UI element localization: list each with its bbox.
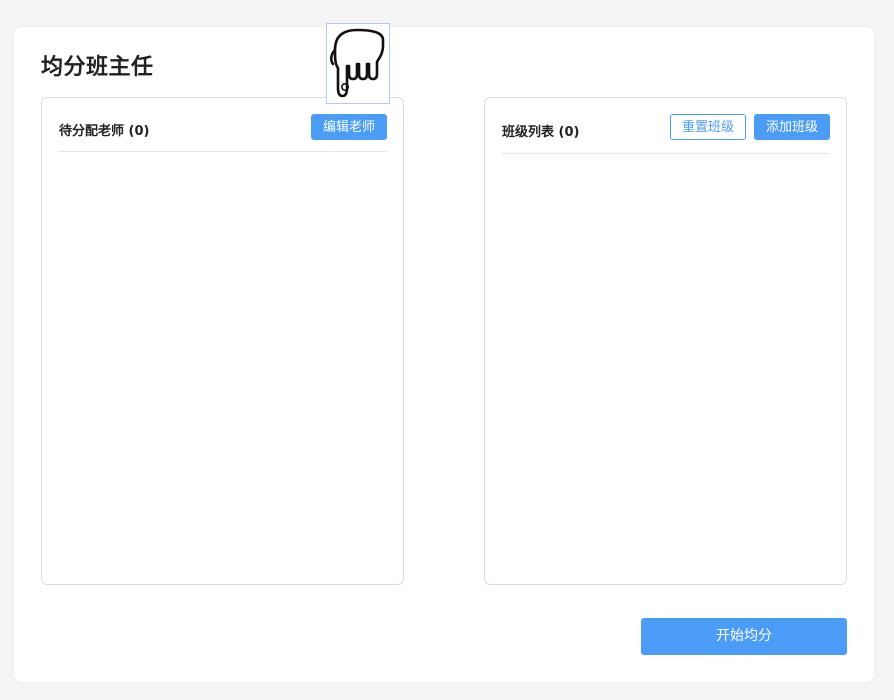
classes-panel-header: 班级列表 (0) 重置班级 添加班级 [501,98,830,154]
teachers-panel-header: 待分配老师 (0) 编辑老师 [58,98,387,152]
hand-pointer-icon [326,23,390,104]
teachers-panel: 待分配老师 (0) 编辑老师 [41,97,404,585]
classes-panel: 班级列表 (0) 重置班级 添加班级 [484,97,847,585]
edit-teachers-button[interactable]: 编辑老师 [310,114,387,140]
add-class-button[interactable]: 添加班级 [753,114,830,140]
classes-panel-title: 班级列表 (0) [502,125,580,140]
reset-classes-button[interactable]: 重置班级 [669,114,746,140]
page-title: 均分班主任 [41,55,154,80]
start-distribute-button[interactable]: 开始均分 [641,618,847,655]
main-card: 均分班主任 待分配老师 (0) 编辑老师 班级列表 (0) 重置班级 添加班级 … [14,27,874,682]
teachers-panel-title: 待分配老师 (0) [59,124,150,139]
